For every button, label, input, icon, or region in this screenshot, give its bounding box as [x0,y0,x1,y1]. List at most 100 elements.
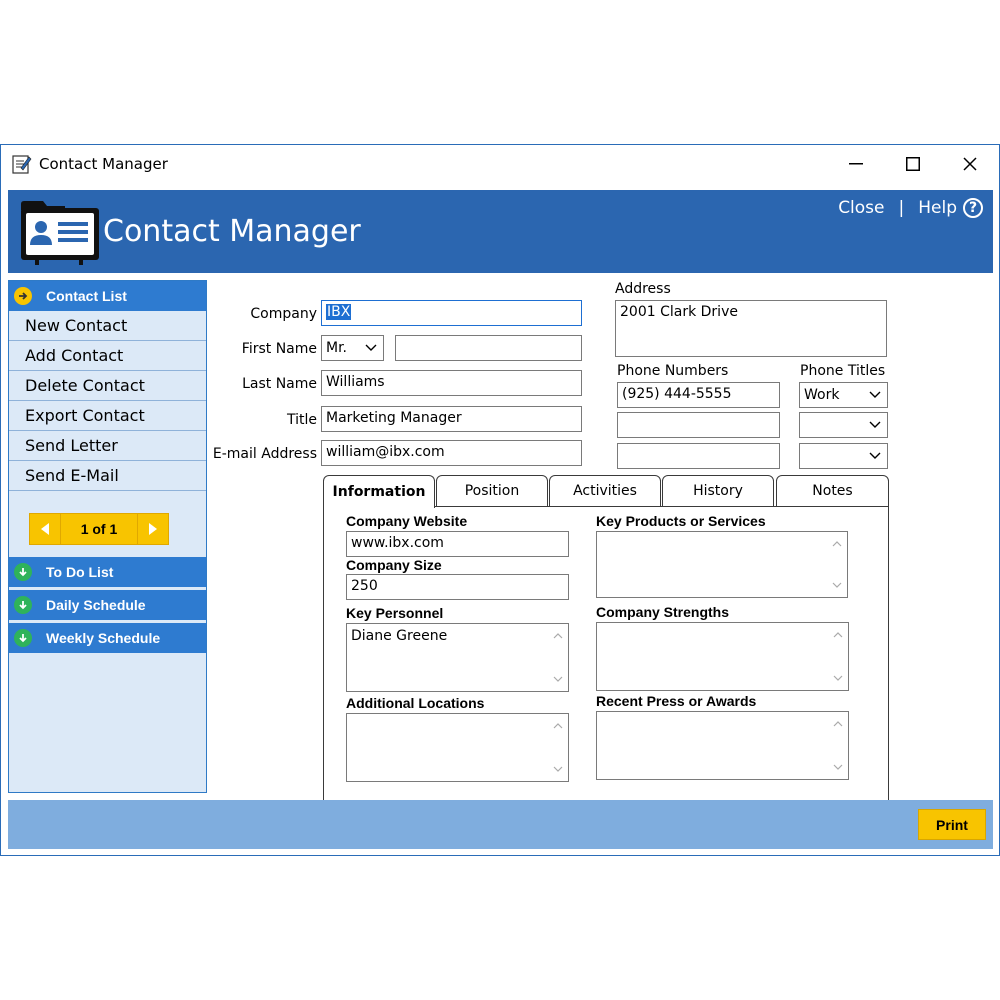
first-name-input[interactable] [395,335,582,361]
phone-titles-label: Phone Titles [800,363,886,379]
phone-title-value: Work [804,387,840,403]
sidebar-item-export-contact[interactable]: Export Contact [9,401,206,431]
tab-panel: Company Website www.ibx.com Company Size… [323,506,889,802]
sidebar-item-add-contact[interactable]: Add Contact [9,341,206,371]
sidebar-item-new-contact[interactable]: New Contact [9,311,206,341]
recent-press-label: Recent Press or Awards [596,693,757,709]
sidebar-head-label: Daily Schedule [46,597,146,613]
key-products-textarea[interactable] [596,531,848,598]
record-pager: 1 of 1 [29,513,169,545]
company-strengths-textarea[interactable] [596,622,849,691]
pager-text: 1 of 1 [60,514,138,544]
key-personnel-label: Key Personnel [346,605,444,621]
salutation-value: Mr. [326,340,347,356]
sidebar-head-daily[interactable]: Daily Schedule [9,590,206,620]
maximize-icon [906,157,920,171]
key-products-label: Key Products or Services [596,513,766,529]
phone-input-2[interactable] [617,412,780,438]
triangle-right-icon [149,523,157,535]
additional-locations-textarea[interactable] [346,713,569,782]
website-input[interactable]: www.ibx.com [346,531,569,557]
scrollbar[interactable] [828,623,848,690]
scrollbar[interactable] [828,712,848,779]
first-name-label: First Name [241,341,317,357]
title-input[interactable]: Marketing Manager [321,406,582,432]
salutation-select[interactable]: Mr. [321,335,384,361]
sidebar-head-label: To Do List [46,564,114,580]
arrow-down-icon [14,629,32,647]
email-input[interactable]: william@ibx.com [321,440,582,466]
print-button[interactable]: Print [918,809,986,840]
next-record-button[interactable] [138,514,168,544]
window-title: Contact Manager [39,155,168,173]
sidebar-item-send-email[interactable]: Send E-Mail [9,461,206,491]
sidebar-head-contact-list[interactable]: Contact List [9,281,206,311]
arrow-down-icon [14,596,32,614]
chevron-down-icon [365,344,377,351]
minimize-icon [849,163,863,165]
notepad-icon [12,155,32,174]
help-label: Help [918,198,957,218]
tab-position[interactable]: Position [436,475,548,507]
address-label: Address [615,281,671,297]
arrow-right-icon [14,287,32,305]
header-separator: | [898,198,905,218]
sidebar-head-label: Weekly Schedule [46,630,161,646]
tab-notes[interactable]: Notes [776,475,889,507]
maximize-button[interactable] [884,149,942,179]
phone-title-select-3[interactable] [799,443,888,469]
chevron-down-icon [869,452,881,459]
phone-input-1[interactable]: (925) 444-5555 [617,382,780,408]
company-size-label: Company Size [346,557,442,573]
phone-input-3[interactable] [617,443,780,469]
title-label: Title [286,412,317,428]
scrollbar[interactable] [548,624,568,691]
scrollbar[interactable] [827,532,847,597]
address-textarea[interactable]: 2001 Clark Drive [615,300,887,357]
scrollbar[interactable] [548,714,568,781]
company-value: IBX [326,304,352,320]
additional-locations-label: Additional Locations [346,695,485,711]
company-strengths-label: Company Strengths [596,604,730,620]
app-title: Contact Manager [103,214,361,249]
close-icon [963,157,977,171]
header-links: Close | Help ? [838,198,983,218]
app-window: Contact Manager Contact Manager Close | … [0,144,1000,856]
phone-numbers-label: Phone Numbers [617,363,729,379]
minimize-button[interactable] [827,149,885,179]
last-name-label: Last Name [242,376,317,392]
sidebar-item-delete-contact[interactable]: Delete Contact [9,371,206,401]
contact-card-icon [21,201,99,265]
window-close-button[interactable] [941,149,999,179]
company-label: Company [250,306,317,322]
last-name-input[interactable]: Williams [321,370,582,396]
website-label: Company Website [346,513,468,529]
recent-press-textarea[interactable] [596,711,849,780]
chevron-down-icon [869,391,881,398]
company-size-input[interactable]: 250 [346,574,569,600]
email-label: E-mail Address [212,446,317,462]
tab-activities[interactable]: Activities [549,475,661,507]
phone-title-select-1[interactable]: Work [799,382,888,408]
footer-bar: Print [8,800,993,849]
chevron-down-icon [869,421,881,428]
company-input[interactable]: IBX [321,300,582,326]
key-personnel-value: Diane Greene [351,628,448,644]
help-icon: ? [963,198,983,218]
help-link[interactable]: Help ? [918,198,983,218]
key-personnel-textarea[interactable]: Diane Greene [346,623,569,692]
arrow-down-icon [14,563,32,581]
tab-information[interactable]: Information [323,475,435,508]
prev-record-button[interactable] [30,514,60,544]
tab-history[interactable]: History [662,475,774,507]
sidebar-item-send-letter[interactable]: Send Letter [9,431,206,461]
sidebar-head-label: Contact List [46,288,127,304]
title-bar: Contact Manager [1,145,999,183]
sidebar-head-weekly[interactable]: Weekly Schedule [9,623,206,653]
triangle-left-icon [41,523,49,535]
app-header: Contact Manager Close | Help ? [8,190,993,273]
sidebar: Contact List New Contact Add Contact Del… [8,280,207,793]
header-close-link[interactable]: Close [838,198,884,218]
sidebar-head-todo[interactable]: To Do List [9,557,206,587]
phone-title-select-2[interactable] [799,412,888,438]
